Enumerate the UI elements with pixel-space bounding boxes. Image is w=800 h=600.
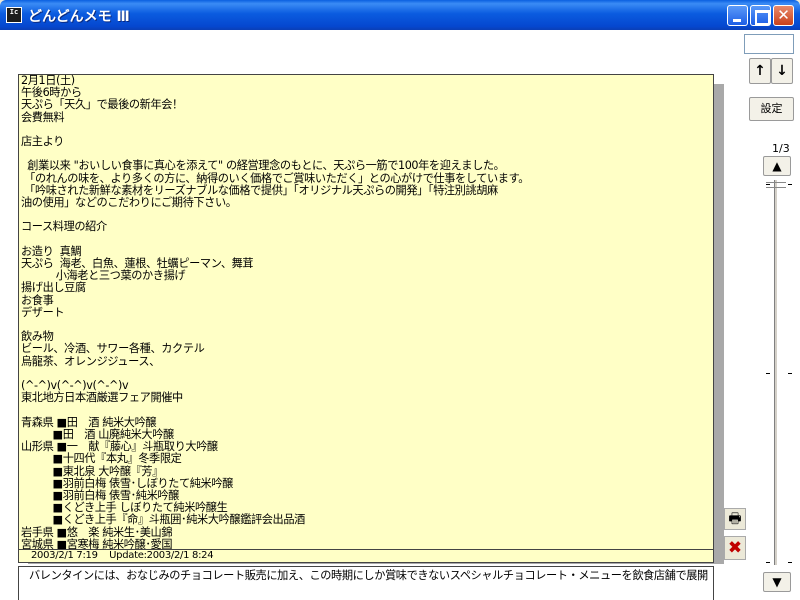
title-bar[interactable]: Ic どんどんメモ Ⅲ ✕ [0,0,800,30]
printer-icon[interactable]: 🖶 [724,508,746,530]
minimize-button[interactable] [727,5,748,26]
search-input[interactable] [744,34,794,54]
window-title: どんどんメモ Ⅲ [28,9,130,25]
memo-card[interactable]: 2月1日(土) 午後6時から 天ぷら「天久」で最後の新年会！ 会費無料 店主より… [18,74,714,550]
triangle-up-icon: ▲ [772,159,782,173]
slider-tick [788,184,792,185]
page-slider-track[interactable] [774,180,778,565]
delete-icon[interactable]: ✖ [724,536,746,560]
close-icon: ✕ [777,6,790,24]
next-memo-button[interactable]: ↓ [771,58,793,84]
slider-tick [788,373,792,374]
scroll-up-button[interactable]: ▲ [763,156,791,176]
next-memo-text: バレンタインには、おなじみのチョコレート販売に加え、この時期にしか賞味できないス… [29,569,708,582]
slider-tick [766,184,770,185]
close-button[interactable]: ✕ [773,5,794,26]
slider-tick [788,562,792,563]
memo-timestamp: 2003/2/1 7:19 Update:2003/2/1 8:24 [18,550,714,563]
app-icon[interactable]: Ic [6,7,22,23]
slider-tick [766,562,770,563]
page-counter: 1/3 [772,142,790,155]
prev-memo-button[interactable]: ↑ [749,58,771,84]
triangle-down-icon: ▼ [772,575,782,589]
page-slider-thumb[interactable] [766,182,786,188]
arrow-up-icon: ↑ [754,63,766,79]
slider-tick [766,373,770,374]
maximize-button[interactable] [750,5,771,26]
arrow-down-icon: ↓ [776,63,788,79]
scroll-down-button[interactable]: ▼ [763,572,791,592]
next-memo-card[interactable]: バレンタインには、おなじみのチョコレート販売に加え、この時期にしか賞味できないス… [18,566,714,600]
memo-body-text[interactable]: 2月1日(土) 午後6時から 天ぷら「天久」で最後の新年会！ 会費無料 店主より… [21,75,713,549]
settings-button[interactable]: 設定 [749,97,794,121]
